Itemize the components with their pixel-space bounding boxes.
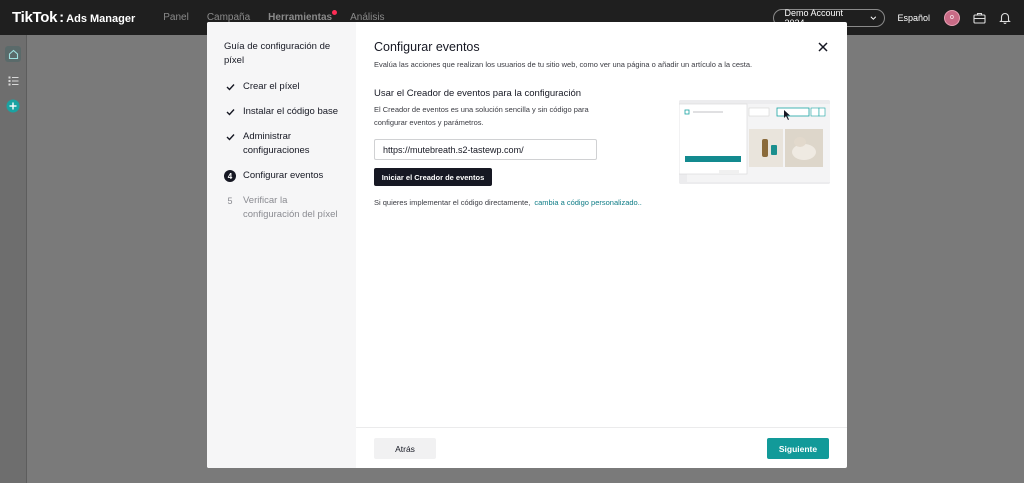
check-icon bbox=[224, 106, 236, 118]
logo-product: Ads Manager bbox=[66, 13, 136, 25]
website-url-input[interactable] bbox=[374, 139, 597, 160]
step-number-badge: 4 bbox=[224, 170, 236, 182]
step-label: Administrar configuraciones bbox=[243, 131, 310, 156]
step-label: Crear el píxel bbox=[243, 81, 300, 92]
step-verificar-configuracion[interactable]: 5 Verificar la configuración del píxel bbox=[224, 194, 344, 222]
step-label: Configurar eventos bbox=[243, 170, 324, 181]
logo-brand: TikTok bbox=[12, 9, 58, 26]
event-builder-preview-image bbox=[679, 100, 830, 184]
event-builder-illustration bbox=[679, 100, 830, 184]
close-icon bbox=[818, 42, 828, 52]
left-rail bbox=[0, 35, 27, 483]
add-button[interactable] bbox=[5, 98, 21, 114]
list-icon bbox=[8, 76, 18, 86]
modal-title: Configurar eventos bbox=[374, 40, 480, 54]
launch-event-builder-button[interactable]: Iniciar el Creador de eventos bbox=[374, 168, 492, 186]
setup-guide-sidebar: Guía de configuración de píxel Crear el … bbox=[207, 22, 356, 468]
notification-dot bbox=[332, 10, 338, 15]
modal-content: Configurar eventos Evalúa las acciones q… bbox=[356, 22, 847, 468]
step-configurar-eventos[interactable]: 4 Configurar eventos bbox=[224, 169, 344, 183]
home-button[interactable] bbox=[5, 46, 21, 62]
avatar[interactable]: o bbox=[944, 9, 960, 26]
tiktok-ads-manager-logo[interactable]: TikTok : Ads Manager bbox=[12, 9, 135, 26]
avatar-initial: o bbox=[950, 14, 954, 21]
step-administrar-configuraciones[interactable]: Administrar configuraciones bbox=[224, 130, 344, 158]
check-icon bbox=[224, 81, 236, 93]
nav-panel[interactable]: Panel bbox=[163, 12, 189, 23]
bell-icon[interactable] bbox=[998, 11, 1012, 25]
briefcase-icon[interactable] bbox=[972, 11, 986, 25]
modal-footer: Atrás Siguiente bbox=[356, 427, 847, 468]
step-label: Instalar el código base bbox=[243, 106, 339, 117]
guide-title: Guía de configuración de píxel bbox=[224, 41, 331, 66]
logo-separator: : bbox=[59, 9, 65, 26]
back-button[interactable]: Atrás bbox=[374, 438, 436, 459]
pixel-setup-modal: Guía de configuración de píxel Crear el … bbox=[207, 22, 847, 468]
step-number: 5 bbox=[227, 196, 233, 206]
custom-code-hint: Si quieres implementar el código directa… bbox=[374, 198, 642, 207]
check-icon bbox=[224, 131, 236, 143]
section-title: Usar el Creador de eventos para la confi… bbox=[374, 88, 582, 99]
home-icon bbox=[8, 49, 18, 59]
add-icon bbox=[6, 99, 20, 113]
language-selector[interactable]: Español bbox=[897, 13, 930, 23]
section-description: El Creador de eventos es una solución se… bbox=[374, 105, 589, 127]
custom-code-link[interactable]: cambia a código personalizado.. bbox=[534, 198, 642, 207]
modal-subtitle: Evalúa las acciones que realizan los usu… bbox=[374, 60, 753, 69]
step-label: Verificar la configuración del píxel bbox=[243, 195, 338, 220]
hint-text: Si quieres implementar el código directa… bbox=[374, 198, 531, 207]
step-crear-pixel[interactable]: Crear el píxel bbox=[224, 80, 344, 94]
list-button[interactable] bbox=[5, 73, 21, 89]
step-instalar-codigo[interactable]: Instalar el código base bbox=[224, 105, 344, 119]
close-button[interactable] bbox=[817, 40, 829, 52]
next-button[interactable]: Siguiente bbox=[767, 438, 829, 459]
chevron-down-icon bbox=[870, 15, 876, 20]
